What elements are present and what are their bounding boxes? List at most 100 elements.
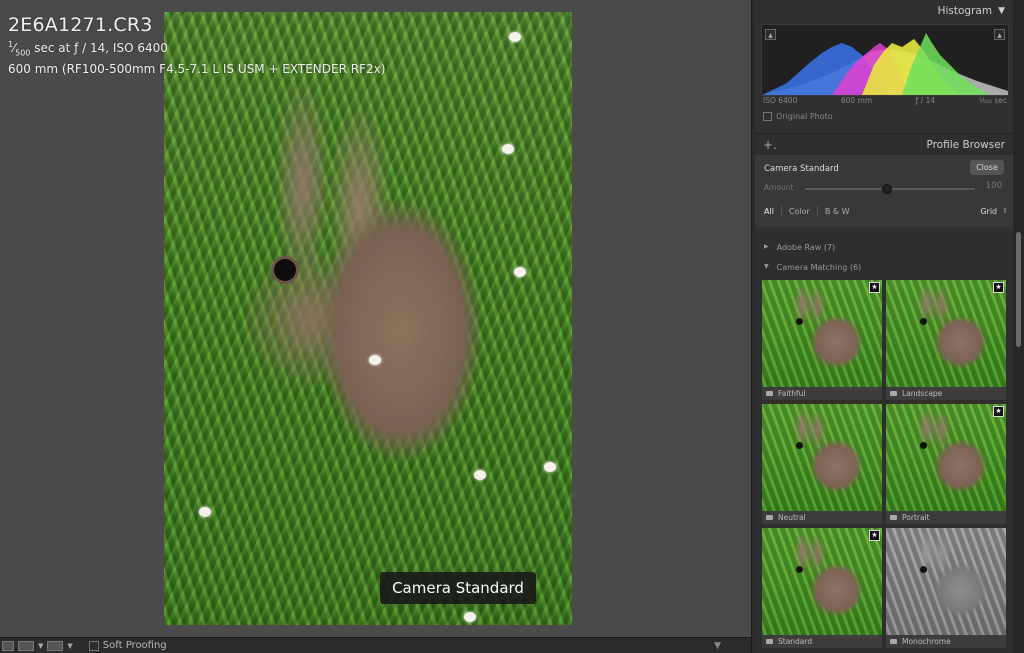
profile-preview <box>762 404 882 511</box>
histogram-header[interactable]: Histogram ▼ <box>755 0 1013 22</box>
filter-separator <box>780 206 782 216</box>
group-camera-matching[interactable]: ▼ Camera Matching (6) <box>764 263 861 272</box>
toolbar-menu-icon[interactable]: ▼ <box>714 641 721 651</box>
profile-thumb-standard[interactable]: ★ Standard <box>762 528 882 648</box>
shutter-value: ¹⁄₅₀₀ sec <box>978 96 1007 105</box>
triangle-down-icon[interactable]: ▼ <box>998 6 1005 16</box>
rabbit-eye <box>920 566 927 573</box>
filename: 2E6A1271.CR3 <box>8 14 153 36</box>
aperture-value: ƒ / 14 <box>915 96 936 105</box>
clover-flower <box>369 355 381 365</box>
image-canvas: 2E6A1271.CR3 1⁄500 sec at ƒ / 14, ISO 64… <box>0 0 751 637</box>
profile-thumb-neutral[interactable]: Neutral <box>762 404 882 524</box>
histogram-graph: ▲ ▲ <box>761 24 1009 96</box>
filter-bw[interactable]: B & W <box>825 207 850 216</box>
filter-color[interactable]: Color <box>789 207 810 216</box>
plus-icon[interactable]: +. <box>763 138 777 152</box>
chevron-down-icon[interactable]: ▼ <box>67 642 72 650</box>
camera-icon <box>766 391 773 396</box>
bottom-toolbar: ▼ ▼ Soft Proofing ▼ <box>0 637 751 653</box>
group-label: Adobe Raw (7) <box>776 243 836 252</box>
profile-preview <box>886 528 1006 635</box>
star-icon[interactable]: ★ <box>869 282 880 293</box>
view-mode-label: Grid <box>980 206 998 216</box>
filter-separator <box>816 206 818 216</box>
panel-scrollbar[interactable] <box>1013 0 1024 653</box>
rabbit-eye <box>920 442 927 449</box>
profile-name: Faithful <box>778 389 806 398</box>
profile-name: Standard <box>778 637 813 646</box>
profile-label: Monochrome <box>886 635 1006 648</box>
filter-all[interactable]: All <box>764 207 774 216</box>
group-adobe-raw[interactable]: ▶ Adobe Raw (7) <box>764 243 835 252</box>
camera-icon <box>766 639 773 644</box>
profile-thumb-monochrome[interactable]: Monochrome <box>886 528 1006 648</box>
selected-profile-name: Camera Standard <box>764 164 839 174</box>
profile-label: Portrait <box>886 511 1006 524</box>
soft-proofing-label: Soft Proofing <box>102 640 167 651</box>
rabbit-eye <box>796 566 803 573</box>
profile-tooltip: Camera Standard <box>380 572 536 604</box>
close-button[interactable]: Close <box>970 160 1004 175</box>
rabbit-photo[interactable] <box>164 12 572 625</box>
clover-flower <box>509 32 521 42</box>
focal-value: 600 mm <box>840 96 873 105</box>
star-icon[interactable]: ★ <box>993 406 1004 417</box>
profile-preview <box>762 280 882 387</box>
iso-value: ISO 6400 <box>763 96 798 105</box>
original-photo-checkbox[interactable] <box>763 112 772 121</box>
profile-name: Landscape <box>902 389 943 398</box>
camera-icon <box>766 515 773 520</box>
exposure-info: 1⁄500 sec at ƒ / 14, ISO 6400 <box>8 40 168 58</box>
star-icon[interactable]: ★ <box>993 282 1004 293</box>
histogram-svg <box>762 33 1008 95</box>
amount-value[interactable]: 100 <box>986 181 1002 191</box>
camera-icon <box>890 639 897 644</box>
loupe-view-button[interactable] <box>2 640 14 651</box>
compare-button[interactable] <box>47 640 64 651</box>
histogram-info: ISO 6400 600 mm ƒ / 14 ¹⁄₅₀₀ sec <box>763 96 1007 108</box>
camera-icon <box>890 391 897 396</box>
profile-label: Standard <box>762 635 882 648</box>
camera-icon <box>890 515 897 520</box>
amount-slider-thumb[interactable] <box>882 184 892 194</box>
chevron-down-icon[interactable]: ▼ <box>38 642 43 650</box>
profile-preview <box>886 280 1006 387</box>
original-photo-label: Original Photo <box>776 112 833 121</box>
group-label: Camera Matching (6) <box>776 263 862 272</box>
profile-name: Monochrome <box>902 637 951 646</box>
scrollbar-thumb[interactable] <box>1016 232 1021 347</box>
rabbit-eye <box>796 318 803 325</box>
clover-flower <box>199 507 211 517</box>
profile-browser-title: Profile Browser <box>926 138 1005 151</box>
rabbit-eye <box>274 259 296 281</box>
profile-name: Neutral <box>778 513 806 522</box>
profile-filters: All Color B & W Grid ⇕ <box>764 206 1008 216</box>
chevron-updown-icon: ⇕ <box>1002 206 1008 215</box>
profile-browser-controls: Camera Standard Close Amount 100 All Col… <box>755 155 1013 227</box>
lens-info: 600 mm (RF100-500mm F4.5-7.1 L IS USM + … <box>8 62 386 77</box>
before-after-button[interactable] <box>18 640 34 651</box>
triangle-down-icon: ▼ <box>764 263 769 270</box>
original-photo-toggle[interactable]: Original Photo <box>763 112 833 121</box>
shadow-clipping-icon[interactable]: ▲ <box>765 29 776 40</box>
rabbit-eye <box>920 318 927 325</box>
soft-proofing-checkbox[interactable] <box>88 640 99 651</box>
clover-flower <box>474 470 486 480</box>
profile-list: ▶ Adobe Raw (7) ▼ Camera Matching (6) ★ … <box>755 232 1013 653</box>
clover-flower <box>514 267 526 277</box>
star-icon[interactable]: ★ <box>869 530 880 541</box>
profile-browser-header: +. Profile Browser <box>755 133 1013 155</box>
profile-label: Faithful <box>762 387 882 400</box>
profile-preview <box>886 404 1006 511</box>
profile-thumb-faithful[interactable]: ★ Faithful <box>762 280 882 400</box>
profile-thumb-portrait[interactable]: ★ Portrait <box>886 404 1006 524</box>
profile-thumb-landscape[interactable]: ★ Landscape <box>886 280 1006 400</box>
clover-flower <box>502 144 514 154</box>
profile-label: Neutral <box>762 511 882 524</box>
clover-flower <box>464 612 476 622</box>
histogram-title: Histogram <box>937 5 993 17</box>
view-mode-select[interactable]: Grid ⇕ <box>980 207 1008 216</box>
highlight-clipping-icon[interactable]: ▲ <box>994 29 1005 40</box>
profile-label: Landscape <box>886 387 1006 400</box>
